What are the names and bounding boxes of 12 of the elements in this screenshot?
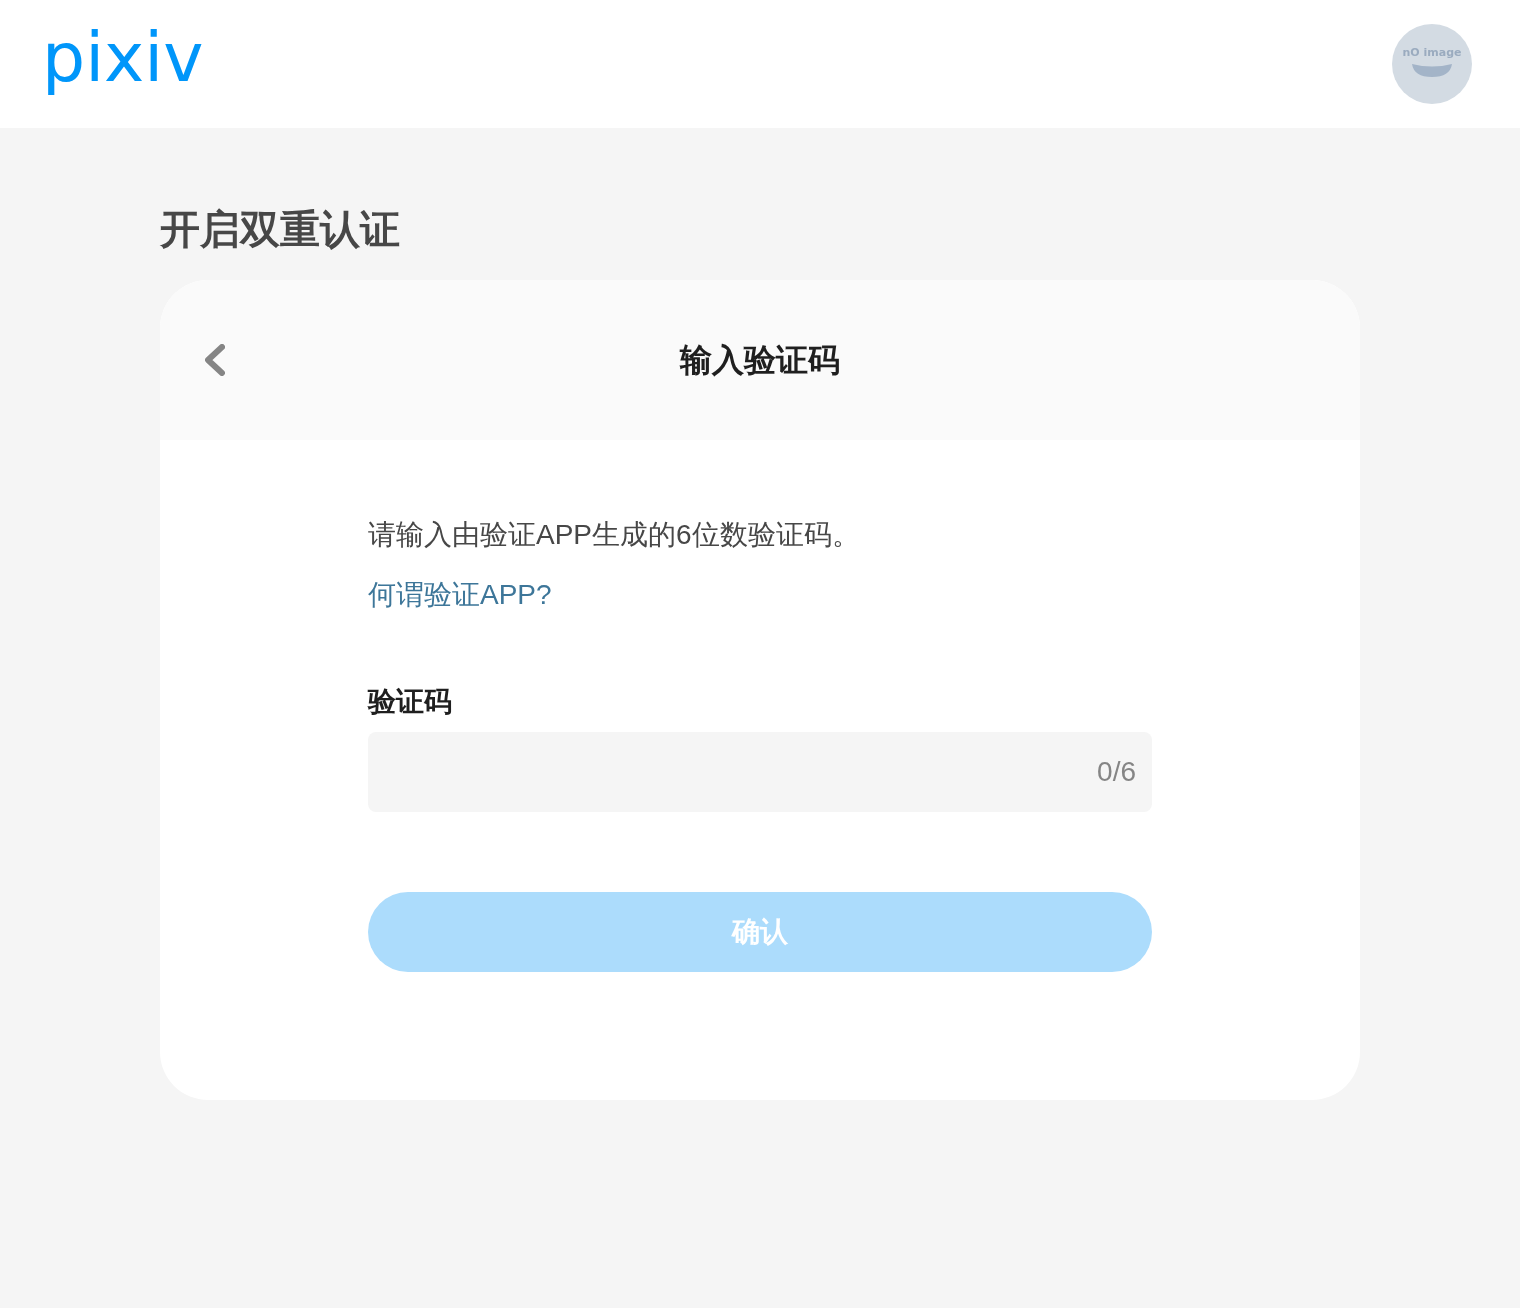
code-input-field[interactable]: 0/6 — [368, 732, 1152, 812]
card-title: 输入验证码 — [680, 341, 840, 380]
char-counter: 0/6 — [1097, 758, 1136, 786]
back-icon[interactable] — [205, 344, 225, 376]
avatar-caption: nO image — [1402, 47, 1462, 58]
smile-icon — [1412, 63, 1452, 77]
page-title: 开启双重认证 — [160, 206, 401, 253]
instruction-text: 请输入由验证APP生成的6位数验证码。 — [368, 518, 861, 552]
site-logo[interactable]: pixiv — [42, 24, 204, 104]
field-label: 验证码 — [368, 685, 453, 719]
help-link[interactable]: 何谓验证APP? — [368, 573, 552, 617]
avatar-placeholder[interactable]: nO image — [1392, 24, 1472, 104]
